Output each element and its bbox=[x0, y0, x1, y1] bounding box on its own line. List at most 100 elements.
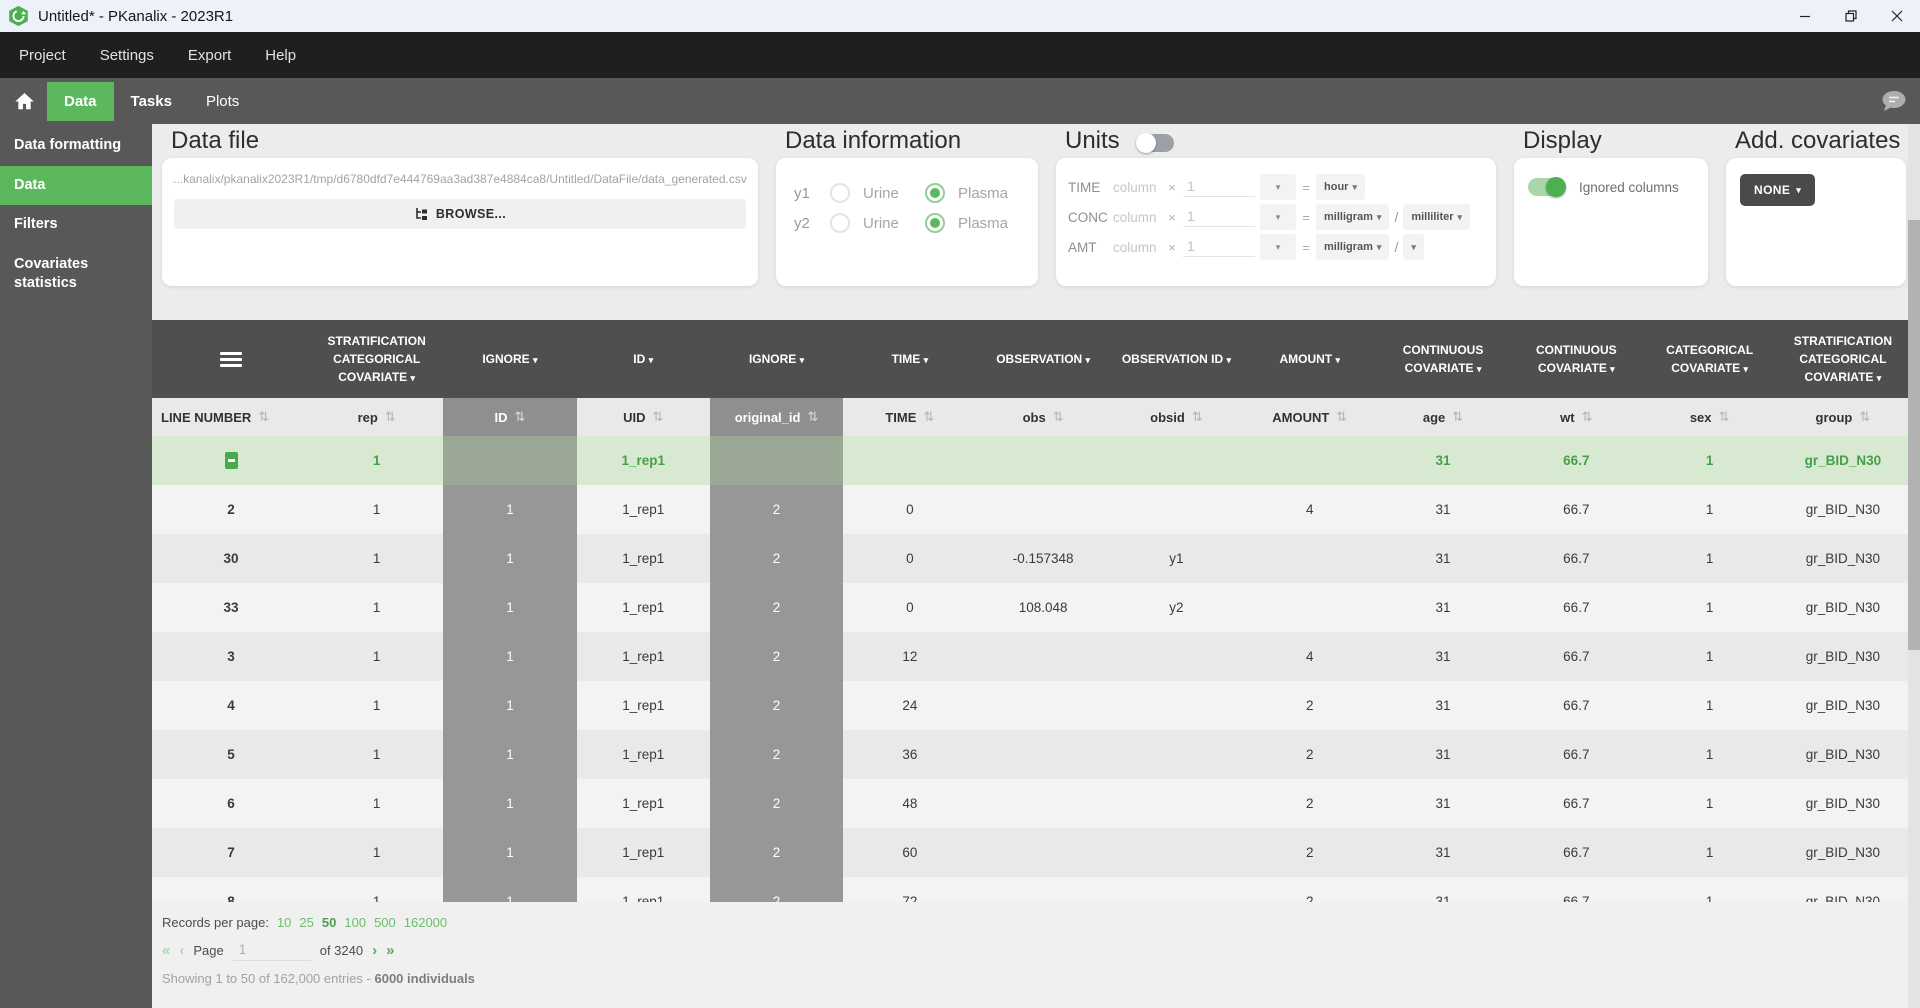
column-type-dropdown-1[interactable]: STRATIFICATION CATEGORICAL COVARIATE ▾ bbox=[310, 320, 443, 398]
close-button[interactable] bbox=[1874, 0, 1920, 32]
page-size-50[interactable]: 50 bbox=[322, 915, 336, 930]
first-page-button[interactable]: « bbox=[162, 942, 170, 959]
column-type-dropdown-4[interactable]: IGNORE ▾ bbox=[710, 320, 843, 398]
cell-amount: 2 bbox=[1243, 877, 1376, 902]
sidebar-item-data-formatting[interactable]: Data formatting bbox=[0, 126, 152, 166]
column-dropdown-button[interactable]: ▾ bbox=[1260, 234, 1296, 260]
cell-amount: 2 bbox=[1243, 681, 1376, 730]
unit-select-milliliter[interactable]: milliliter▾ bbox=[1403, 204, 1470, 230]
tab-tasks[interactable]: Tasks bbox=[114, 82, 189, 121]
column-header-line-number[interactable]: LINE NUMBER⇅ bbox=[152, 398, 310, 436]
table-row[interactable]: 33111_rep120108.048y23166.71gr_BID_N30 bbox=[152, 583, 1910, 632]
table-row[interactable]: 4111_rep122423166.71gr_BID_N30 bbox=[152, 681, 1910, 730]
collapse-group-icon[interactable] bbox=[225, 452, 238, 469]
last-page-button[interactable]: » bbox=[386, 942, 394, 959]
table-row[interactable]: 2111_rep12043166.71gr_BID_N30 bbox=[152, 485, 1910, 534]
home-button[interactable] bbox=[15, 93, 34, 110]
group-row[interactable]: 11_rep13166.71gr_BID_N30 bbox=[152, 436, 1910, 485]
page-number-input[interactable] bbox=[233, 940, 311, 961]
sidebar-item-data[interactable]: Data bbox=[0, 166, 152, 206]
cell-amount: 4 bbox=[1243, 485, 1376, 534]
column-header-age[interactable]: age⇅ bbox=[1376, 398, 1509, 436]
sidebar: Data formattingDataFiltersCovariates sta… bbox=[0, 124, 152, 1008]
column-type-dropdown-7[interactable]: OBSERVATION ID ▾ bbox=[1110, 320, 1243, 398]
column-header-amount[interactable]: AMOUNT⇅ bbox=[1243, 398, 1376, 436]
column-type-dropdown-12[interactable]: STRATIFICATION CATEGORICAL COVARIATE ▾ bbox=[1776, 320, 1909, 398]
column-header-obs[interactable]: obs⇅ bbox=[976, 398, 1109, 436]
cell-original_id: 2 bbox=[710, 485, 843, 534]
column-header-rep[interactable]: rep⇅ bbox=[310, 398, 443, 436]
column-header-obsid[interactable]: obsid⇅ bbox=[1110, 398, 1243, 436]
tab-data[interactable]: Data bbox=[47, 82, 114, 121]
unit-select-empty[interactable]: ▾ bbox=[1403, 234, 1424, 260]
column-header-group[interactable]: group⇅ bbox=[1776, 398, 1909, 436]
menu-item-settings[interactable]: Settings bbox=[83, 32, 171, 78]
feedback-button[interactable] bbox=[1881, 90, 1907, 112]
page-size-10[interactable]: 10 bbox=[277, 915, 291, 930]
chevron-down-icon: ▾ bbox=[1276, 212, 1281, 223]
column-type-dropdown-2[interactable]: IGNORE ▾ bbox=[443, 320, 576, 398]
sort-icon: ⇅ bbox=[514, 409, 525, 425]
table-row[interactable]: 3111_rep121243166.71gr_BID_N30 bbox=[152, 632, 1910, 681]
page-size-25[interactable]: 25 bbox=[299, 915, 313, 930]
page-size-500[interactable]: 500 bbox=[374, 915, 396, 930]
restore-button[interactable] bbox=[1828, 0, 1874, 32]
none-label: NONE bbox=[1754, 183, 1790, 197]
vertical-scrollbar[interactable] bbox=[1908, 124, 1920, 1008]
column-type-dropdown-8[interactable]: AMOUNT ▾ bbox=[1243, 320, 1376, 398]
menu-item-export[interactable]: Export bbox=[171, 32, 248, 78]
table-row[interactable]: 6111_rep124823166.71gr_BID_N30 bbox=[152, 779, 1910, 828]
cell-rep: 1 bbox=[310, 485, 443, 534]
next-page-button[interactable]: › bbox=[372, 942, 377, 959]
menubar: ProjectSettingsExportHelp bbox=[0, 32, 1920, 78]
urine-radio[interactable] bbox=[830, 213, 850, 233]
table-group-header: STRATIFICATION CATEGORICAL COVARIATE ▾IG… bbox=[152, 320, 1910, 398]
column-dropdown-button[interactable]: ▾ bbox=[1260, 174, 1296, 200]
sidebar-item-filters[interactable]: Filters bbox=[0, 205, 152, 245]
column-header-wt[interactable]: wt⇅ bbox=[1510, 398, 1643, 436]
page-size-162000[interactable]: 162000 bbox=[404, 915, 447, 930]
unit-select-hour[interactable]: hour▾ bbox=[1316, 174, 1365, 200]
multiplier-input[interactable] bbox=[1183, 208, 1255, 227]
browse-button[interactable]: BROWSE... bbox=[174, 199, 746, 229]
prev-page-button[interactable]: ‹ bbox=[179, 942, 184, 959]
unit-select-milligram[interactable]: milligram▾ bbox=[1316, 234, 1389, 260]
column-type-dropdown-9[interactable]: CONTINUOUS COVARIATE ▾ bbox=[1376, 320, 1509, 398]
table-row[interactable]: 30111_rep120-0.157348y13166.71gr_BID_N30 bbox=[152, 534, 1910, 583]
column-dropdown-button[interactable]: ▾ bbox=[1260, 204, 1296, 230]
ignored-columns-toggle[interactable] bbox=[1528, 178, 1564, 196]
column-type-dropdown-6[interactable]: OBSERVATION ▾ bbox=[976, 320, 1109, 398]
column-header-uid[interactable]: UID⇅ bbox=[577, 398, 710, 436]
table-row[interactable]: 8111_rep127223166.71gr_BID_N30 bbox=[152, 877, 1910, 902]
add-covariates-none-button[interactable]: NONE ▾ bbox=[1740, 174, 1815, 206]
column-type-dropdown-11[interactable]: CATEGORICAL COVARIATE ▾ bbox=[1643, 320, 1776, 398]
title-bar: Untitled* - PKanalix - 2023R1 bbox=[0, 0, 1920, 32]
column-header-original_id[interactable]: original_id⇅ bbox=[710, 398, 843, 436]
unit-select-milligram[interactable]: milligram▾ bbox=[1316, 204, 1389, 230]
column-type-dropdown-3[interactable]: ID ▾ bbox=[577, 320, 710, 398]
column-type-dropdown-10[interactable]: CONTINUOUS COVARIATE ▾ bbox=[1510, 320, 1643, 398]
column-type-dropdown-5[interactable]: TIME ▾ bbox=[843, 320, 976, 398]
file-tree-icon bbox=[414, 207, 428, 221]
urine-radio[interactable] bbox=[830, 183, 850, 203]
table-menu-button[interactable] bbox=[152, 320, 310, 398]
plasma-radio[interactable] bbox=[925, 213, 945, 233]
column-header-time[interactable]: TIME⇅ bbox=[843, 398, 976, 436]
sidebar-item-covariates-statistics[interactable]: Covariates statistics bbox=[0, 245, 152, 304]
units-toggle[interactable] bbox=[1138, 134, 1174, 152]
menu-item-help[interactable]: Help bbox=[248, 32, 313, 78]
column-header-sex[interactable]: sex⇅ bbox=[1643, 398, 1776, 436]
chevron-down-icon: ▾ bbox=[924, 355, 929, 365]
minimize-button[interactable] bbox=[1782, 0, 1828, 32]
unit-value: milliliter bbox=[1411, 211, 1453, 223]
page-size-100[interactable]: 100 bbox=[344, 915, 366, 930]
tab-plots[interactable]: Plots bbox=[189, 82, 256, 121]
table-row[interactable]: 5111_rep123623166.71gr_BID_N30 bbox=[152, 730, 1910, 779]
plasma-radio[interactable] bbox=[925, 183, 945, 203]
table-row[interactable]: 7111_rep126023166.71gr_BID_N30 bbox=[152, 828, 1910, 877]
scrollbar-thumb[interactable] bbox=[1908, 220, 1920, 650]
multiplier-input[interactable] bbox=[1183, 238, 1255, 257]
column-header-id[interactable]: ID⇅ bbox=[443, 398, 576, 436]
multiplier-input[interactable] bbox=[1183, 178, 1255, 197]
menu-item-project[interactable]: Project bbox=[2, 32, 83, 78]
